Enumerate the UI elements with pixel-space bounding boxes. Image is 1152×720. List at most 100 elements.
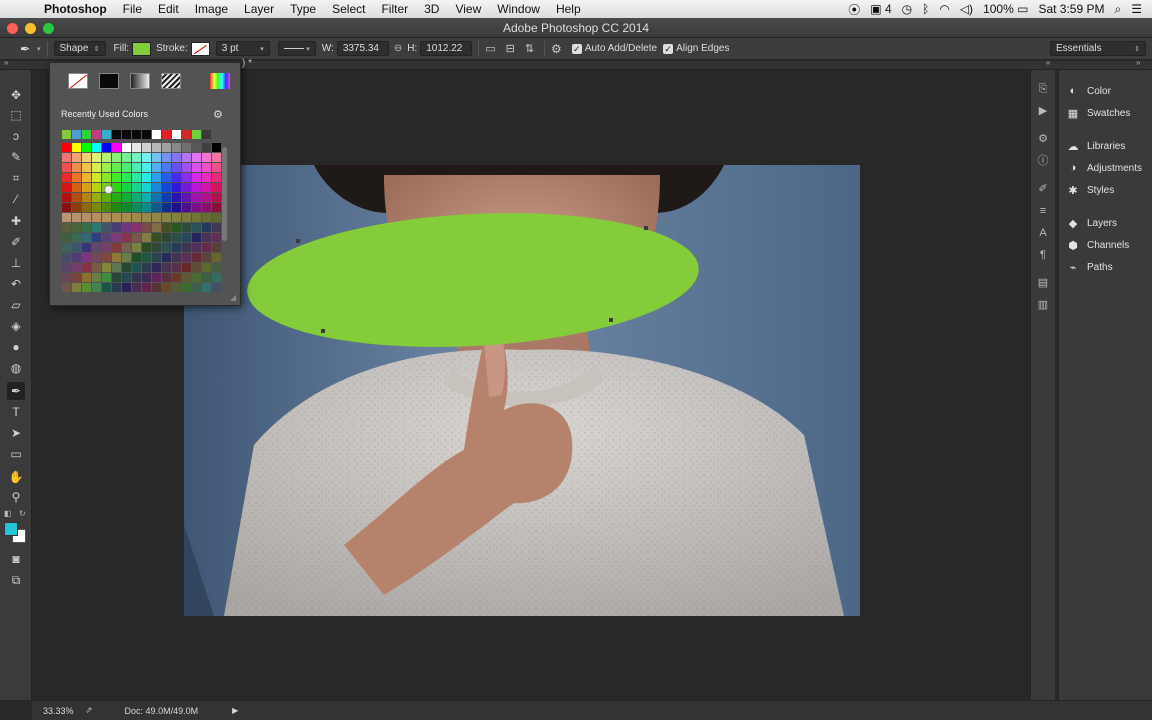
swatch-cell[interactable] [202, 283, 211, 292]
swatch-cell[interactable] [142, 233, 151, 242]
swatch-cell[interactable] [152, 173, 161, 182]
swatch-cell[interactable] [152, 163, 161, 172]
swatch-cell[interactable] [122, 233, 131, 242]
swatch-cell[interactable] [202, 233, 211, 242]
menu-view[interactable]: View [447, 2, 489, 16]
path-alignment-icon[interactable]: ⊟ [506, 42, 515, 55]
brush-tool-icon[interactable]: ✐ [7, 233, 25, 251]
gear-icon[interactable]: ⚙ [551, 42, 562, 56]
path-selection-icon[interactable]: ➤ [7, 424, 25, 442]
swatch-cell[interactable] [132, 213, 141, 222]
swatch-cell[interactable] [172, 193, 181, 202]
swatch-cell[interactable] [82, 273, 91, 282]
gradient-button[interactable] [130, 73, 150, 89]
menu-image[interactable]: Image [187, 2, 236, 16]
swatch-cell[interactable] [92, 173, 101, 182]
crop-tool-icon[interactable]: ⌗ [7, 169, 25, 187]
swatch-cell[interactable] [62, 213, 71, 222]
height-field[interactable]: 1012.22 [420, 41, 473, 56]
swatch-cell[interactable] [172, 263, 181, 272]
menu-edit[interactable]: Edit [150, 2, 187, 16]
spot-healing-icon[interactable]: ✚ [7, 212, 25, 230]
menu-window[interactable]: Window [489, 2, 548, 16]
collapse-toolbar-icon[interactable]: » [4, 58, 8, 67]
swatch-cell[interactable] [172, 243, 181, 252]
record-icon[interactable]: ⦿ [848, 1, 860, 18]
swatch-cell[interactable] [102, 173, 111, 182]
recent-color-swatch[interactable] [122, 130, 131, 139]
recent-color-swatch[interactable] [82, 130, 91, 139]
swatch-cell[interactable] [112, 173, 121, 182]
anchor-point[interactable] [644, 226, 648, 230]
swatch-cell[interactable] [112, 273, 121, 282]
battery-status[interactable]: 100% ▭ [983, 2, 1028, 16]
recent-color-swatch[interactable] [112, 130, 121, 139]
swatch-cell[interactable] [82, 153, 91, 162]
swatch-cell[interactable] [72, 153, 81, 162]
swatch-scrollbar[interactable] [222, 147, 227, 241]
recent-color-swatch[interactable] [62, 130, 71, 139]
recent-color-swatch[interactable] [92, 130, 101, 139]
swatch-cell[interactable] [112, 253, 121, 262]
swatch-cell[interactable] [142, 223, 151, 232]
swatch-cell[interactable] [142, 153, 151, 162]
swatch-cell[interactable] [112, 213, 121, 222]
rectangular-marquee-icon[interactable]: ⬚ [7, 106, 25, 124]
recent-color-swatch[interactable] [132, 130, 141, 139]
swatch-cell[interactable] [62, 223, 71, 232]
swatch-cell[interactable] [212, 143, 221, 152]
swatch-cell[interactable] [182, 183, 191, 192]
swatch-cell[interactable] [72, 233, 81, 242]
swatch-cell[interactable] [82, 263, 91, 272]
recent-color-swatch[interactable] [182, 130, 191, 139]
swatch-cell[interactable] [202, 153, 211, 162]
swatch-cell[interactable] [92, 143, 101, 152]
swatch-cell[interactable] [62, 203, 71, 212]
swatch-cell[interactable] [132, 203, 141, 212]
swatch-cell[interactable] [212, 273, 221, 282]
stroke-swatch[interactable] [190, 41, 210, 56]
share-icon[interactable]: ⇗ [85, 705, 93, 716]
foreground-color-swatch[interactable] [4, 522, 18, 536]
swatch-cell[interactable] [182, 163, 191, 172]
swatch-cell[interactable] [192, 263, 201, 272]
tool-mode-select[interactable]: Shape ⇕ [53, 41, 106, 56]
swatch-cell[interactable] [82, 143, 91, 152]
swatch-cell[interactable] [132, 193, 141, 202]
menu-filter[interactable]: Filter [373, 2, 416, 16]
recent-color-swatch[interactable] [72, 130, 81, 139]
swatch-cell[interactable] [162, 213, 171, 222]
swatch-cell[interactable] [182, 273, 191, 282]
swatch-cell[interactable] [72, 243, 81, 252]
swatch-cell[interactable] [132, 253, 141, 262]
swatch-cell[interactable] [92, 213, 101, 222]
swatch-cell[interactable] [152, 233, 161, 242]
panel-styles[interactable]: ✱ Styles [1059, 179, 1152, 201]
path-operations-icon[interactable]: ▭ [485, 42, 495, 55]
dodge-tool-icon[interactable]: ◍ [7, 359, 25, 377]
swatch-cell[interactable] [112, 143, 121, 152]
swatch-cell[interactable] [72, 283, 81, 292]
document-tab-fragment[interactable]: ) * [242, 58, 252, 69]
swatch-cell[interactable] [72, 183, 81, 192]
swatch-cell[interactable] [172, 213, 181, 222]
swatch-cell[interactable] [142, 163, 151, 172]
swap-colors-icon[interactable]: ↻ [19, 509, 26, 518]
swatch-cell[interactable] [152, 263, 161, 272]
swatch-cell[interactable] [162, 173, 171, 182]
swatch-cell[interactable] [212, 203, 221, 212]
swatch-cell[interactable] [112, 153, 121, 162]
menu-type[interactable]: Type [282, 2, 324, 16]
swatch-cell[interactable] [122, 183, 131, 192]
swatch-cell[interactable] [122, 193, 131, 202]
swatch-cell[interactable] [162, 233, 171, 242]
swatch-cell[interactable] [182, 203, 191, 212]
path-arrangement-icon[interactable]: ⇅ [525, 42, 534, 55]
swatch-cell[interactable] [132, 173, 141, 182]
swatch-cell[interactable] [132, 233, 141, 242]
eyedropper-tool-icon[interactable]: ⁄ [7, 190, 25, 208]
solid-color-button[interactable] [99, 73, 119, 89]
quick-mask-icon[interactable]: ◙ [7, 550, 25, 568]
swatch-cell[interactable] [162, 223, 171, 232]
collapse-panels-icon[interactable]: » [1136, 58, 1140, 67]
